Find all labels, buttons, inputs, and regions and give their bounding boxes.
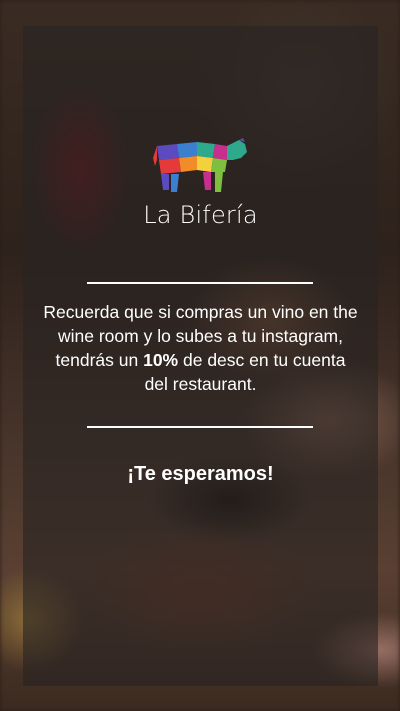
cta-text: ¡Te esperamos! [127, 463, 274, 485]
divider-top [87, 282, 313, 284]
brand-name: La Bifería [143, 201, 258, 229]
promo-message: Recuerda que si compras un vino en the w… [43, 300, 358, 396]
brand-logo [23, 138, 378, 196]
cow-cuts-icon [152, 138, 247, 192]
promo-card: La Bifería Recuerda que si compras un vi… [23, 26, 378, 686]
discount-value: 10% [143, 350, 179, 370]
promo-screen: La Bifería Recuerda que si compras un vi… [0, 0, 400, 711]
divider-bottom [87, 426, 313, 428]
